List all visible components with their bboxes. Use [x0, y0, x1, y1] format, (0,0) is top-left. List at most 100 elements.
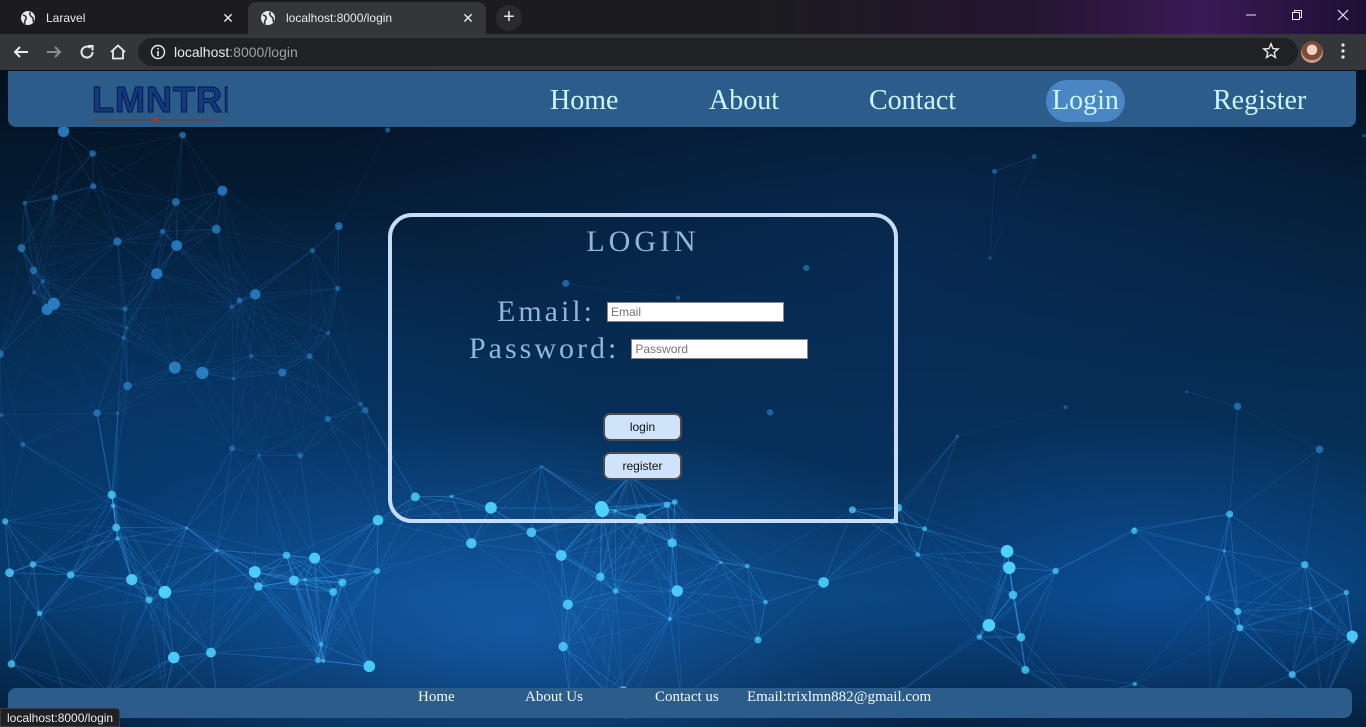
network-line — [0, 270, 34, 355]
network-line — [327, 226, 340, 334]
email-input[interactable] — [606, 302, 784, 322]
globe-icon — [260, 10, 276, 26]
network-node — [1315, 445, 1324, 454]
footer-link-home[interactable]: Home — [418, 688, 455, 706]
restore-icon[interactable] — [1274, 0, 1320, 30]
network-line — [1207, 550, 1225, 599]
network-line — [309, 332, 329, 357]
network-node — [7, 660, 16, 668]
network-line — [54, 197, 163, 232]
login-button[interactable]: login — [603, 413, 682, 441]
status-bar-url: localhost:8000/login — [0, 708, 121, 727]
network-node — [126, 573, 138, 586]
network-line — [258, 409, 366, 456]
network-line — [606, 591, 617, 693]
network-node — [362, 407, 369, 414]
network-node — [374, 568, 381, 575]
network-line — [1237, 611, 1354, 642]
network-line — [174, 294, 256, 368]
svg-text:LMNTRIX: LMNTRIX — [92, 79, 228, 120]
network-line — [255, 225, 340, 295]
network-node — [40, 278, 45, 283]
footer-link-contact[interactable]: Contact us — [655, 688, 719, 706]
back-arrow-icon[interactable] — [9, 40, 33, 64]
network-node — [66, 571, 75, 579]
network-line — [1229, 406, 1238, 515]
network-line — [123, 306, 232, 339]
network-line — [186, 455, 260, 529]
network-line — [222, 190, 256, 295]
tab-login[interactable]: localhost:8000/login ✕ — [248, 2, 486, 34]
network-line — [233, 355, 310, 379]
nav-about[interactable]: About — [705, 80, 783, 122]
network-line — [567, 590, 678, 605]
close-icon[interactable]: ✕ — [220, 10, 236, 26]
network-node — [231, 376, 236, 381]
new-tab-button[interactable]: + — [496, 5, 522, 31]
tab-laravel[interactable]: Laravel ✕ — [8, 2, 246, 34]
password-input[interactable] — [631, 339, 809, 359]
network-node — [321, 658, 326, 664]
nav-home[interactable]: Home — [546, 80, 622, 122]
network-line — [1025, 669, 1135, 685]
network-line — [1055, 530, 1135, 572]
home-icon[interactable] — [106, 40, 130, 64]
password-row: Password: — [469, 332, 809, 366]
network-line — [24, 197, 55, 204]
reload-icon[interactable] — [75, 40, 99, 64]
network-line — [1239, 592, 1347, 629]
nav-register[interactable]: Register — [1209, 80, 1310, 122]
network-node — [123, 381, 132, 391]
footer-link-about[interactable]: About Us — [525, 688, 583, 706]
globe-icon — [20, 10, 36, 26]
network-line — [1229, 513, 1305, 566]
close-icon[interactable]: ✕ — [460, 10, 476, 26]
network-line — [765, 582, 824, 603]
password-label: Password: — [469, 332, 620, 365]
network-line — [1, 309, 48, 416]
network-line — [1304, 564, 1347, 593]
network-line — [1237, 405, 1320, 450]
network-node — [282, 551, 291, 559]
info-icon[interactable] — [150, 44, 166, 60]
network-line — [917, 554, 980, 638]
network-line — [312, 225, 340, 251]
network-line — [182, 134, 217, 230]
network-line — [54, 131, 64, 198]
network-line — [258, 586, 322, 645]
nav-login[interactable]: Login — [1046, 80, 1125, 122]
network-line — [9, 527, 117, 574]
network-node — [20, 441, 26, 448]
nav-contact[interactable]: Contact — [865, 80, 960, 122]
kebab-menu-icon[interactable] — [1336, 42, 1350, 60]
network-node — [1236, 624, 1244, 632]
network-line — [567, 604, 607, 694]
star-icon[interactable] — [1262, 42, 1280, 60]
site-logo[interactable]: LMNTRIX — [88, 74, 228, 126]
network-node — [309, 552, 321, 564]
register-button[interactable]: register — [603, 452, 682, 480]
network-line — [222, 190, 240, 301]
network-line — [293, 519, 379, 581]
network-line — [341, 582, 370, 667]
login-title: LOGIN — [586, 225, 700, 258]
network-line — [96, 367, 176, 414]
network-line — [1223, 550, 1241, 628]
network-line — [92, 153, 94, 187]
network-line — [117, 241, 177, 247]
minimize-icon[interactable] — [1228, 0, 1274, 30]
url-host: localhost — [174, 44, 230, 60]
email-row: Email: — [497, 295, 784, 329]
network-node — [205, 647, 216, 658]
window-close-icon[interactable] — [1320, 0, 1366, 30]
network-line — [258, 586, 324, 662]
network-node — [171, 198, 180, 206]
network-node — [168, 361, 181, 374]
network-line — [622, 618, 671, 691]
address-bar[interactable]: localhost:8000/login — [138, 38, 1298, 66]
network-node — [1185, 390, 1189, 394]
forward-arrow-icon[interactable] — [42, 40, 66, 64]
network-line — [924, 436, 958, 529]
network-line — [1134, 598, 1209, 685]
profile-avatar[interactable] — [1301, 41, 1323, 63]
